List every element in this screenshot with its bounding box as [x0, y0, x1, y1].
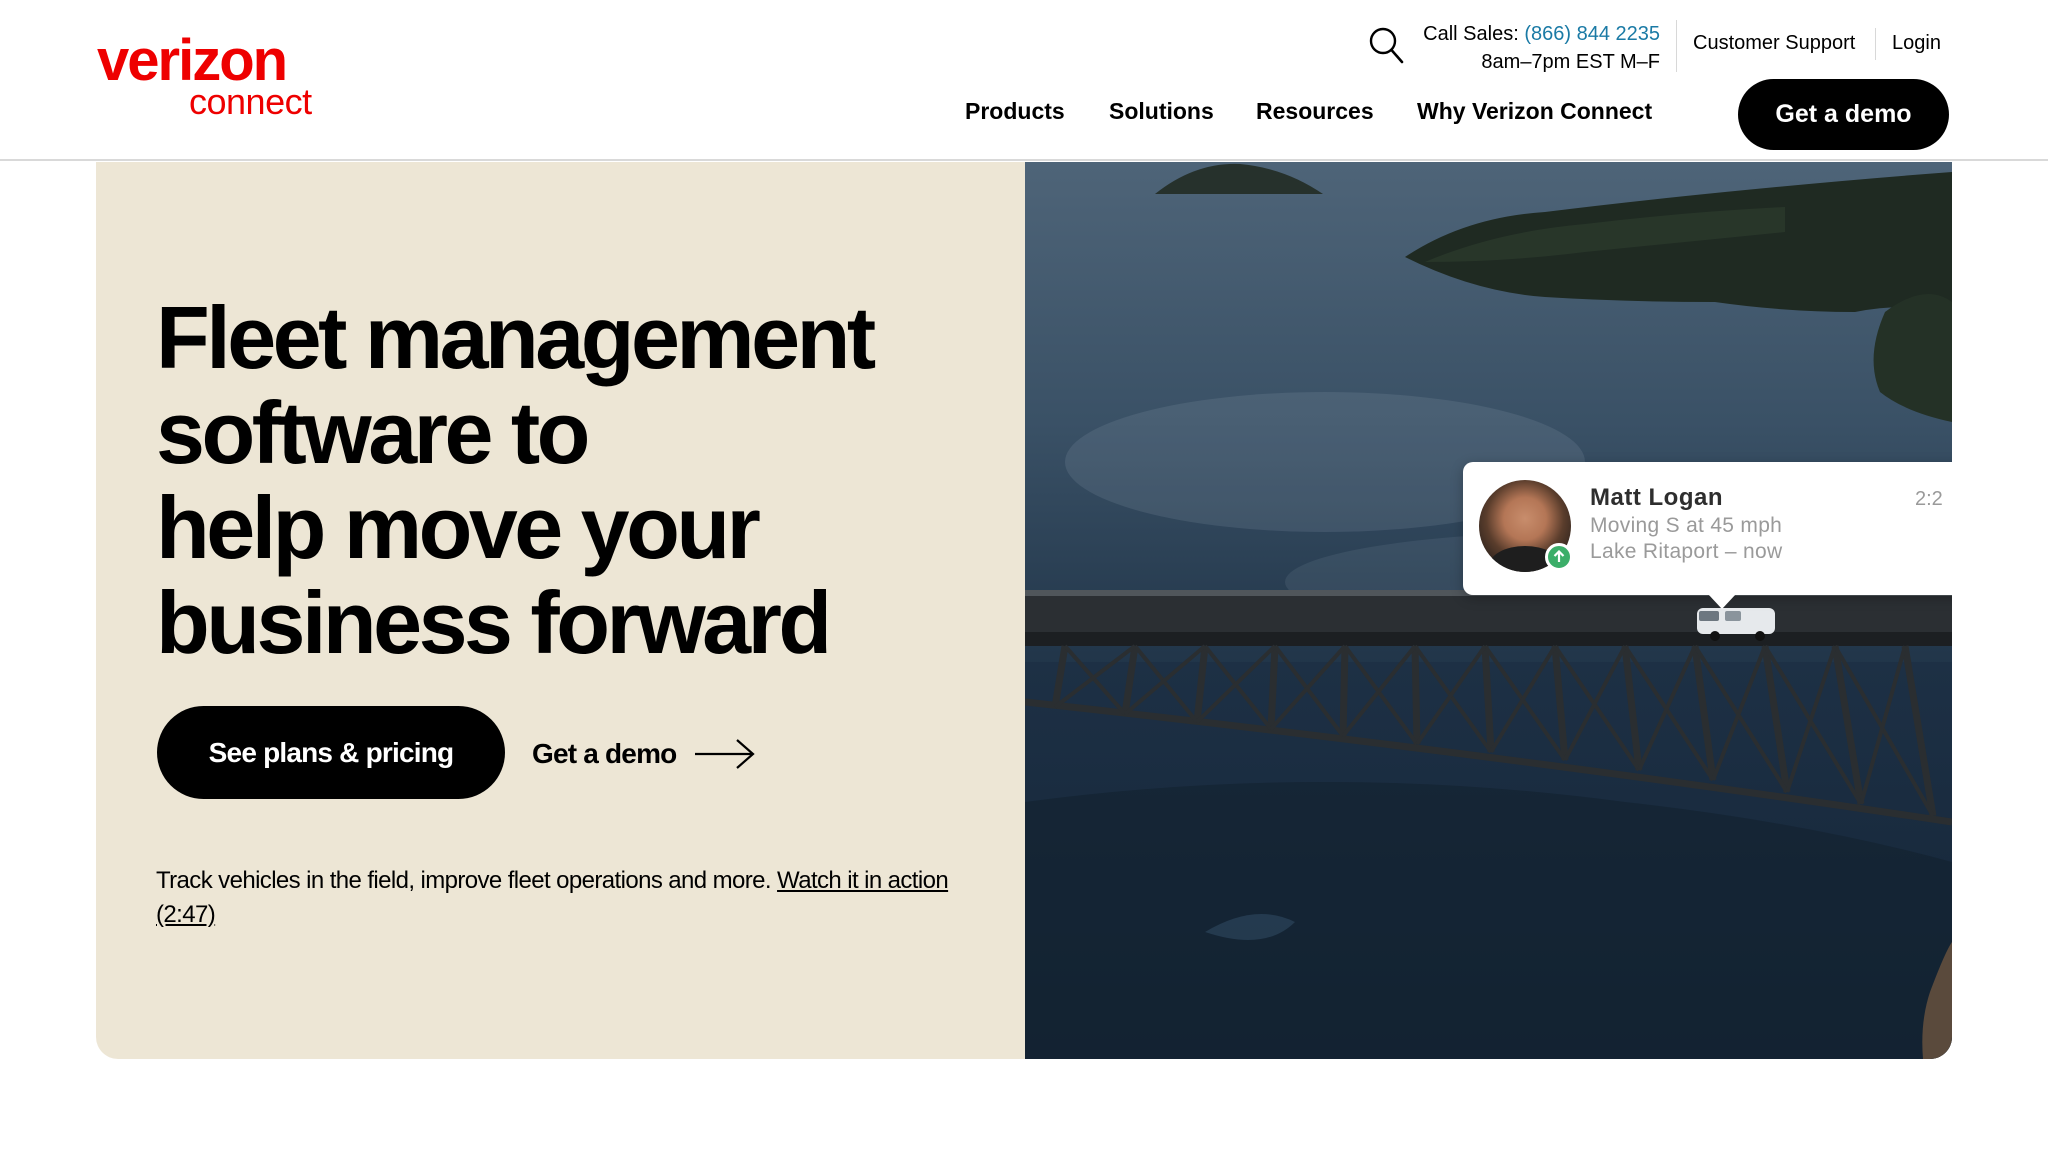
- arrow-up-icon: [1545, 543, 1573, 571]
- driver-status: Moving S at 45 mph: [1590, 514, 1783, 537]
- see-plans-pricing-button[interactable]: See plans & pricing: [157, 706, 505, 799]
- hero-video-image[interactable]: Matt Logan Moving S at 45 mph Lake Ritap…: [1025, 162, 1952, 1059]
- search-icon[interactable]: [1368, 26, 1406, 66]
- customer-support-link[interactable]: Customer Support: [1693, 32, 1855, 55]
- verizon-connect-logo[interactable]: verizon connect: [97, 32, 329, 124]
- hero-title-line: business forward: [156, 573, 832, 672]
- nav-products[interactable]: Products: [965, 98, 1065, 128]
- site-header: verizon connect Call Sales: (866) 844 22…: [0, 0, 2048, 161]
- driver-name: Matt Logan: [1590, 484, 1723, 511]
- nav-why-verizon-connect[interactable]: Why Verizon Connect: [1417, 98, 1652, 128]
- nav-solutions[interactable]: Solutions: [1109, 98, 1214, 128]
- hero-get-demo-label: Get a demo: [532, 738, 677, 769]
- hero-title-line: Fleet management: [156, 288, 876, 387]
- header-get-demo-button[interactable]: Get a demo: [1738, 79, 1949, 150]
- nav-resources[interactable]: Resources: [1256, 98, 1374, 128]
- call-sales-label: Call Sales:: [1423, 23, 1519, 45]
- hero-description-text: Track vehicles in the field, improve fle…: [156, 867, 772, 894]
- hero-description: Track vehicles in the field, improve fle…: [156, 864, 956, 932]
- bridge-lake-scene: [1025, 162, 1952, 1059]
- hero-title: Fleet management software to help move y…: [156, 290, 996, 670]
- hero-get-demo-link[interactable]: Get a demo: [532, 734, 756, 774]
- login-link[interactable]: Login: [1892, 32, 1941, 55]
- call-sales-hours: 8am–7pm EST M–F: [1481, 51, 1660, 73]
- header-divider: [1676, 20, 1677, 72]
- hero-text-panel: Fleet management software to help move y…: [96, 162, 1025, 1059]
- logo-subwordmark: connect: [189, 81, 312, 122]
- hero-section: Fleet management software to help move y…: [96, 162, 1952, 1059]
- hero-title-line: software to: [156, 383, 590, 482]
- arrow-right-icon: [695, 739, 756, 769]
- call-sales-phone-link[interactable]: (866) 844 2235: [1524, 23, 1660, 45]
- header-divider: [1875, 28, 1876, 60]
- driver-tracking-card[interactable]: Matt Logan Moving S at 45 mph Lake Ritap…: [1463, 462, 1952, 609]
- driver-time: 2:2: [1915, 488, 1943, 510]
- driver-location: Lake Ritaport – now: [1590, 540, 1783, 563]
- call-sales-block: Call Sales: (866) 844 2235 8am–7pm EST M…: [1423, 20, 1660, 76]
- hero-title-line: help move your: [156, 478, 761, 577]
